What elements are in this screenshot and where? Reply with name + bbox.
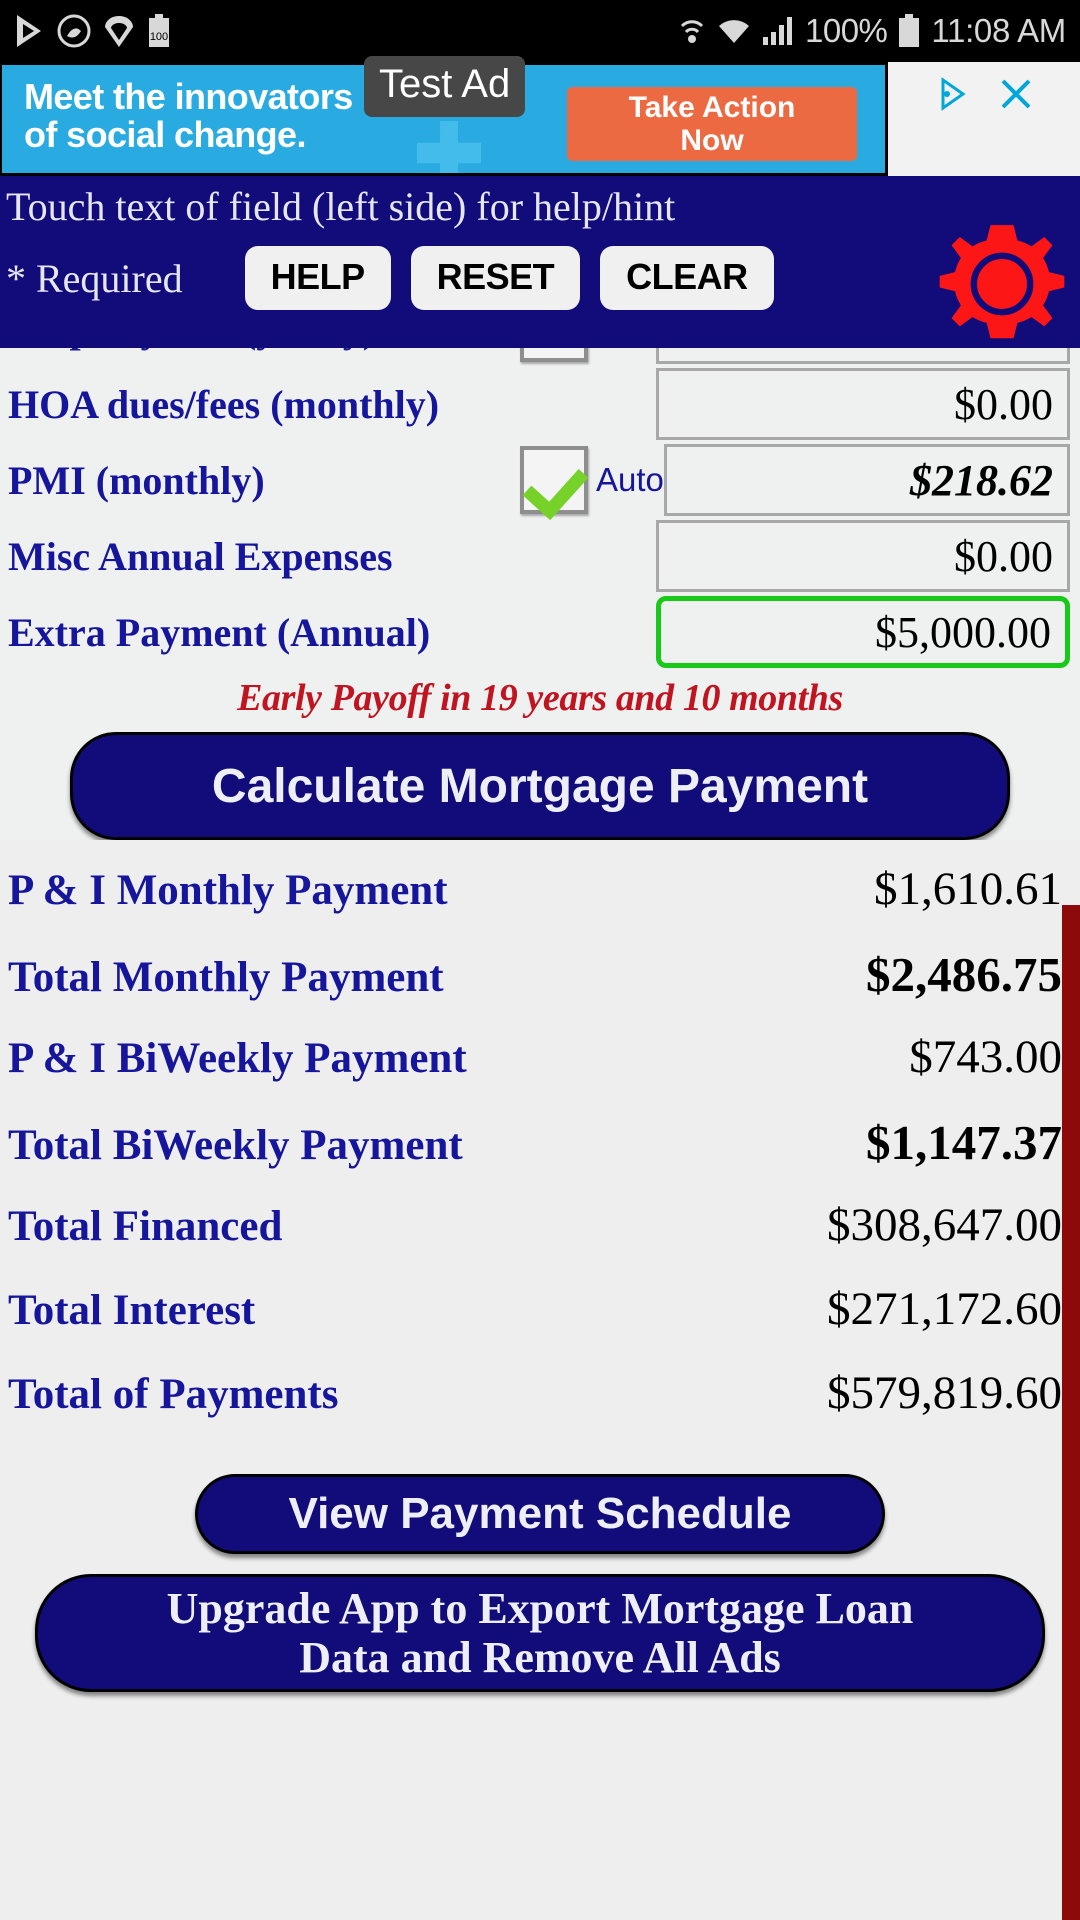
header-button-row: * Required HELP RESET CLEAR [0,246,1080,310]
play-store-icon [17,15,41,47]
total-financed-value: $308,647.00 [827,1199,1062,1251]
help-button[interactable]: HELP [244,246,391,310]
total-biweekly-payment-value: $1,147.37 [866,1115,1062,1170]
pmi-auto-wrap: Auto [520,446,664,514]
result-row: P & I BiWeekly Payment $743.00 [0,1030,1080,1114]
partial-row-label: Property Tax (yearly) [0,348,520,352]
result-row: Total Interest $271,172.60 [0,1282,1080,1366]
pi-biweekly-payment-label: P & I BiWeekly Payment [8,1035,467,1082]
music-icon [57,14,91,48]
pi-monthly-payment-value: $1,610.61 [874,863,1062,915]
total-monthly-payment-label: Total Monthly Payment [8,954,444,1001]
help-hint-label: Touch text of field (left side) for help… [6,184,676,229]
calculate-mortgage-payment-button[interactable]: Calculate Mortgage Payment [70,732,1010,840]
required-note-label: * Required [6,255,183,301]
gear-icon[interactable] [938,220,1066,348]
ad-cta-line1: Take Action [628,91,796,124]
partial-row-field[interactable]: $0.00 [656,348,1070,364]
ad-cta-line2: Now [680,124,744,157]
clear-button[interactable]: CLEAR [600,246,774,310]
total-interest-label: Total Interest [8,1287,256,1334]
ad-controls [888,62,1080,176]
wifi-signal-icon [105,16,133,47]
upgrade-line2: Data and Remove All Ads [299,1633,781,1682]
partial-row-above: Property Tax (yearly) $0.00 [0,348,1080,366]
battery-saver-icon: 100 [149,14,169,47]
early-payoff-message: Early Payoff in 19 years and 10 months [237,677,843,719]
status-bar-right-icons: 100% 11:08 AM [678,12,1066,50]
misc-annual-expenses-row: Misc Annual Expenses $0.00 [0,518,1080,594]
extra-payment-value: $5,000.00 [875,607,1051,657]
wifi-icon [719,20,749,43]
misc-annual-expenses-label[interactable]: Misc Annual Expenses [0,533,520,580]
pmi-field[interactable]: $218.62 [663,444,1070,516]
status-bar-left-icons: 100 [14,14,171,48]
total-of-payments-label: Total of Payments [8,1371,339,1418]
cellular-signal-icon [763,17,792,45]
pi-biweekly-payment-value: $743.00 [909,1031,1062,1083]
battery-percent-label: 100% [805,12,888,49]
upgrade-app-button[interactable]: Upgrade App to Export Mortgage Loan Data… [35,1574,1045,1692]
result-row: Total of Payments $579,819.60 [0,1366,1080,1450]
partial-row-checkbox[interactable] [520,348,588,362]
svg-text:100: 100 [150,31,168,43]
total-financed-label: Total Financed [8,1203,283,1250]
ad-headline-line2: of social change. [24,114,306,156]
pmi-auto-label: Auto [596,461,664,498]
hoa-dues-row: HOA dues/fees (monthly) $0.00 [0,366,1080,442]
ad-headline: Meet the innovators of social change. [24,76,353,156]
view-payment-schedule-button[interactable]: View Payment Schedule [195,1474,885,1554]
form-fields-area: Property Tax (yearly) $0.00 HOA dues/fee… [0,348,1080,840]
upgrade-line1: Upgrade App to Export Mortgage Loan [166,1583,914,1633]
pi-monthly-payment-label: P & I Monthly Payment [8,867,448,914]
test-ad-label: Test Ad [364,56,526,117]
total-biweekly-payment-label: Total BiWeekly Payment [8,1122,463,1169]
battery-icon [899,14,920,47]
result-row: P & I Monthly Payment $1,610.61 [0,862,1080,946]
clock-label: 11:08 AM [931,12,1066,49]
ad-banner[interactable]: Meet the innovators of social change. Ta… [0,56,1080,176]
vertical-scrollbar[interactable] [1062,905,1080,1920]
status-bar: 100 100% 11:08 AM [0,0,1080,62]
reset-button[interactable]: RESET [410,246,581,310]
extra-payment-row: Extra Payment (Annual) $5,000.00 [0,594,1080,670]
mortgage-calculator-app: 100 100% 11:08 AM Meet the innovators of… [0,0,1080,1920]
extra-payment-label[interactable]: Extra Payment (Annual) [0,609,520,656]
total-of-payments-value: $579,819.60 [827,1367,1062,1419]
pmi-auto-checkbox[interactable] [520,446,588,514]
misc-annual-expenses-field[interactable]: $0.00 [656,520,1070,592]
results-list: P & I Monthly Payment $1,610.61 Total Mo… [0,840,1080,1450]
partial-row-checkbox-wrap [520,348,656,362]
ad-cta-button[interactable]: Take Action Now [567,87,857,161]
total-monthly-payment-value: $2,486.75 [866,947,1062,1002]
result-row: Total BiWeekly Payment $1,147.37 [0,1114,1080,1198]
ad-plus-decoration [417,121,481,173]
pmi-row: PMI (monthly) Auto $218.62 [0,442,1080,518]
total-interest-value: $271,172.60 [827,1283,1062,1335]
ad-choices-icon[interactable] [924,66,980,122]
pmi-label[interactable]: PMI (monthly) [0,457,520,504]
hoa-dues-label[interactable]: HOA dues/fees (monthly) [0,381,520,428]
extra-payment-field[interactable]: $5,000.00 [656,596,1070,668]
close-icon[interactable] [988,66,1044,122]
result-row: Total Monthly Payment $2,486.75 [0,946,1080,1030]
hoa-dues-field[interactable]: $0.00 [656,368,1070,440]
app-header: Touch text of field (left side) for help… [0,176,1080,348]
result-row: Total Financed $308,647.00 [0,1198,1080,1282]
ad-headline-line1: Meet the innovators [24,76,353,117]
wifi-calling-icon [680,20,704,43]
